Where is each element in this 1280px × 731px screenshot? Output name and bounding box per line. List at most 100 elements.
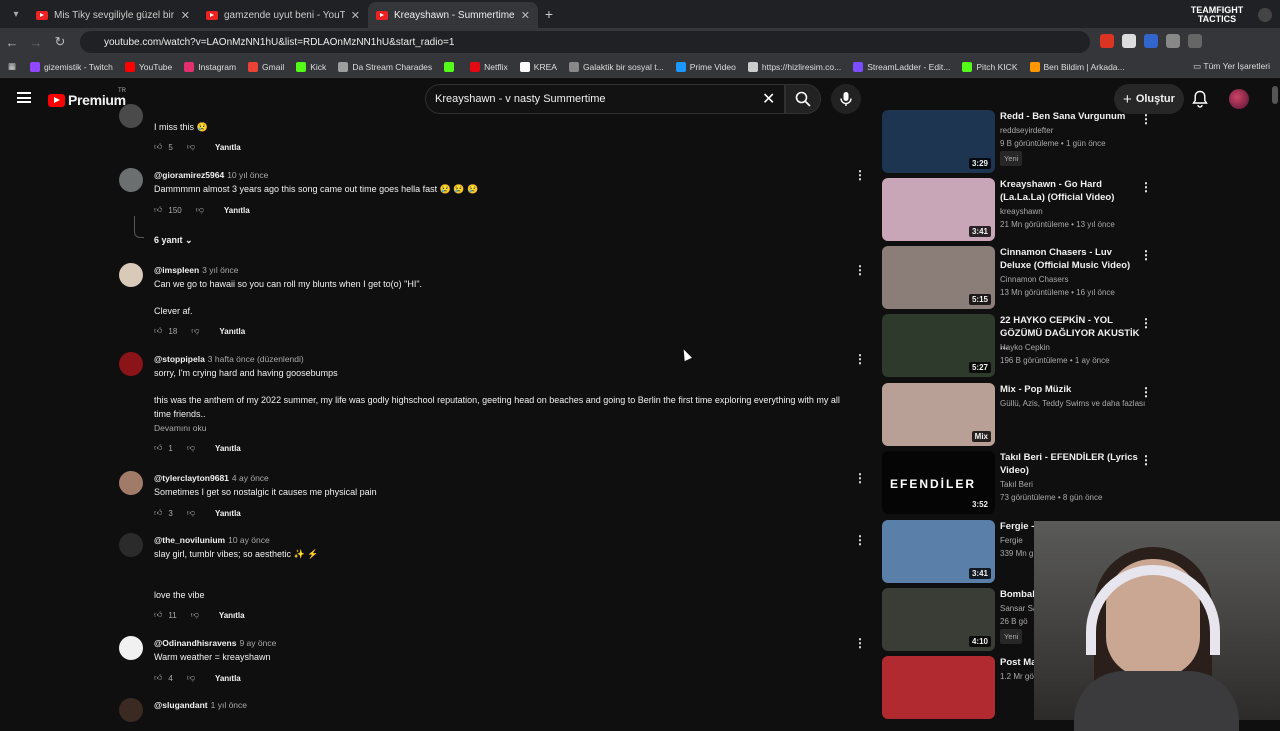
extension-icon[interactable] [1122, 34, 1136, 48]
like-icon[interactable]: 👍︎ [154, 673, 162, 683]
comment-author[interactable]: @Odinandhisravens 9 ay önce [154, 638, 276, 648]
video-more-icon[interactable]: ⋮ [1140, 316, 1152, 330]
account-avatar[interactable] [1229, 89, 1249, 109]
author-name[interactable]: @gioramirez5964 [154, 170, 224, 180]
video-channel[interactable]: Cinnamon Chasers [1000, 273, 1150, 286]
new-tab-button[interactable]: + [538, 6, 560, 22]
video-channel[interactable]: Hayko Cepkin [1000, 341, 1150, 354]
video-thumbnail[interactable]: 5:15 [882, 246, 995, 309]
url-field[interactable]: youtube.com/watch?v=LAOnMzNN1hU&list=RDL… [80, 31, 1090, 53]
video-title[interactable]: Takıl Beri - EFENDİLER (Lyrics Video) [1000, 451, 1140, 477]
video-thumbnail[interactable]: 3:29 [882, 110, 995, 173]
comment-author[interactable]: @slugandant 1 yıl önce [154, 700, 247, 710]
video-thumbnail[interactable] [882, 656, 995, 719]
replies-toggle[interactable]: 6 yanıt ⌄ [154, 235, 193, 246]
recommended-video[interactable]: EFENDİLER 3:52 Takıl Beri - EFENDİLER (Lyr… [882, 451, 1152, 517]
like-icon[interactable]: 👍︎ [154, 508, 162, 518]
reply-button[interactable]: Yanıtla [219, 611, 245, 620]
commenter-avatar[interactable] [119, 104, 143, 128]
bookmark-item[interactable]: Ben Bildim | Arkada... [1029, 61, 1125, 72]
comment-more-icon[interactable]: ⋮ [854, 636, 866, 650]
like-icon[interactable]: 👍︎ [154, 326, 162, 336]
dislike-icon[interactable]: 👎︎ [187, 673, 195, 683]
menu-icon[interactable] [1188, 34, 1202, 48]
like-icon[interactable]: 👍︎ [154, 142, 162, 152]
video-channel[interactable]: reddseyirdefter [1000, 124, 1150, 137]
video-channel[interactable]: Takıl Beri [1000, 478, 1150, 491]
clear-search-icon[interactable]: ✕ [762, 89, 775, 109]
extension-icon[interactable] [1144, 34, 1158, 48]
comment-time[interactable]: 1 yıl önce [211, 700, 247, 710]
bookmark-item[interactable]: Da Stream Charades [338, 61, 432, 72]
comment-time[interactable]: 9 ay önce [239, 638, 276, 648]
commenter-avatar[interactable] [119, 636, 143, 660]
reply-button[interactable]: Yanıtla [215, 444, 241, 453]
reply-button[interactable]: Yanıtla [215, 674, 241, 683]
comment-time[interactable]: 3 hafta önce (düzenlendi) [208, 354, 304, 364]
back-icon[interactable]: ← [0, 35, 24, 50]
video-thumbnail[interactable]: 3:41 [882, 178, 995, 241]
recommended-video[interactable]: 3:29 Redd - Ben Sana Vurgunum reddseyirdef… [882, 110, 1152, 176]
video-more-icon[interactable]: ⋮ [1140, 385, 1152, 399]
close-tab-icon[interactable]: ✕ [521, 9, 530, 22]
dislike-icon[interactable]: 👎︎ [187, 508, 195, 518]
video-more-icon[interactable]: ⋮ [1140, 112, 1152, 126]
comment-more-icon[interactable]: ⋮ [854, 533, 866, 547]
bookmark-item[interactable]: YouTube [124, 61, 172, 72]
bookmark-item[interactable] [444, 61, 458, 72]
like-icon[interactable]: 👍︎ [154, 443, 162, 453]
extension-icon[interactable] [1100, 34, 1114, 48]
video-more-icon[interactable]: ⋮ [1140, 453, 1152, 467]
dislike-icon[interactable]: 👎︎ [196, 205, 204, 215]
comment-author[interactable]: @the_novilunium 10 ay önce [154, 535, 270, 545]
comment-author[interactable]: @imspleen 3 yıl önce [154, 265, 239, 275]
bookmark-item[interactable]: Instagram [184, 61, 236, 72]
video-more-icon[interactable]: ⋮ [1140, 248, 1152, 262]
recommended-video[interactable]: Mix Mix - Pop Müzik Güllü, Azis, Teddy Swi… [882, 383, 1152, 449]
video-channel[interactable]: kreayshawn [1000, 205, 1150, 218]
video-thumbnail[interactable]: 4:10 [882, 588, 995, 651]
bookmark-item[interactable]: Gmail [248, 61, 284, 72]
commenter-avatar[interactable] [119, 471, 143, 495]
author-name[interactable]: @slugandant [154, 700, 208, 710]
bookmark-item[interactable]: Galaktik bir sosyal t... [568, 61, 664, 72]
like-icon[interactable]: 👍︎ [154, 205, 162, 215]
author-name[interactable]: @stoppipela [154, 354, 205, 364]
video-more-icon[interactable]: ⋮ [1140, 180, 1152, 194]
notifications-bell-icon[interactable] [1192, 90, 1208, 108]
comment-author[interactable]: @gioramirez5964 10 yıl önce [154, 170, 268, 180]
recommended-video[interactable]: 3:41 Kreayshawn - Go Hard (La.La.La) (Off… [882, 178, 1152, 244]
recommended-video[interactable]: 5:15 Cinnamon Chasers - Luv Deluxe (Offic… [882, 246, 1152, 312]
video-thumbnail[interactable]: Mix [882, 383, 995, 446]
author-name[interactable]: @tylerclayton9681 [154, 473, 229, 483]
comment-more-icon[interactable]: ⋮ [854, 263, 866, 277]
video-thumbnail[interactable]: 5:27 [882, 314, 995, 377]
browser-tab-2[interactable]: gamzende uyut beni - YouTube ✕ [198, 2, 368, 28]
commenter-avatar[interactable] [119, 168, 143, 192]
browser-tab-3[interactable]: Kreayshawn - Summertime feat... ✕ [368, 2, 538, 28]
commenter-avatar[interactable] [119, 352, 143, 376]
commenter-avatar[interactable] [119, 263, 143, 287]
comment-more-icon[interactable]: ⋮ [854, 352, 866, 366]
forward-icon[interactable]: → [24, 35, 48, 50]
author-name[interactable]: @imspleen [154, 265, 199, 275]
comment-time[interactable]: 4 ay önce [232, 473, 269, 483]
comment-more-icon[interactable]: ⋮ [854, 471, 866, 485]
like-icon[interactable]: 👍︎ [154, 610, 162, 620]
comment-time[interactable]: 10 ay önce [228, 535, 270, 545]
comment-time[interactable]: 10 yıl önce [227, 170, 268, 180]
video-thumbnail[interactable]: EFENDİLER 3:52 [882, 451, 995, 514]
dislike-icon[interactable]: 👎︎ [187, 142, 195, 152]
browser-tab-1[interactable]: Mis Tiky sevgiliyle güzel bir ara... ✕ [28, 2, 198, 28]
hamburger-menu-icon[interactable] [17, 92, 31, 103]
dislike-icon[interactable]: 👎︎ [191, 326, 199, 336]
bookmark-item[interactable]: Kick [296, 61, 326, 72]
reload-icon[interactable]: ↻ [48, 34, 72, 50]
close-tab-icon[interactable]: ✕ [351, 9, 360, 22]
bookmark-item[interactable]: KREA [519, 61, 557, 72]
video-title[interactable]: Redd - Ben Sana Vurgunum [1000, 110, 1140, 123]
video-title[interactable]: Cinnamon Chasers - Luv Deluxe (Official … [1000, 246, 1140, 272]
search-input[interactable]: Kreayshawn - v nasty Summertime [425, 84, 785, 114]
video-title[interactable]: Kreayshawn - Go Hard (La.La.La) (Officia… [1000, 178, 1140, 204]
close-tab-icon[interactable]: ✕ [181, 9, 190, 22]
